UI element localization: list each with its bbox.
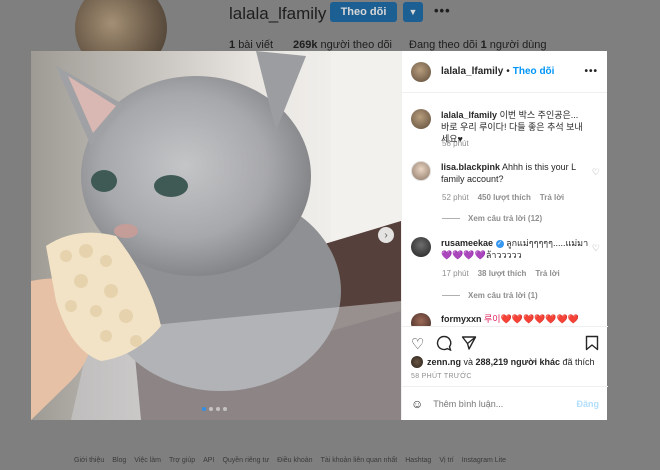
comment-input[interactable] [433,399,554,409]
reply-button[interactable]: Trả lời [535,269,559,278]
footer-link[interactable]: Instagram Lite [462,457,506,464]
next-photo-button[interactable]: › [378,227,394,243]
comment-icon[interactable] [436,335,452,355]
post-actions: ♡ zenn.ng và 288,219 người khác đã thích… [402,326,608,420]
posts-count: 1 bài viết [229,39,274,51]
footer-link[interactable]: Giới thiệu [74,457,104,464]
comment-item: lisa.blackpink Ahhh is this your L famil… [402,161,608,185]
reply-button[interactable]: Trả lời [540,193,564,202]
footer-link[interactable]: Blog [112,457,126,464]
commenter-username[interactable]: lisa.blackpink [441,162,500,172]
caption-time[interactable]: 58 phút [442,139,469,148]
footer-link[interactable]: Quyền riêng tư [222,457,269,464]
carousel-dot [223,407,227,411]
carousel-dot-active [202,407,206,411]
view-replies-button[interactable]: Xem câu trả lời (1) [442,291,538,300]
footer-link[interactable]: Trợ giúp [169,457,195,464]
commenter-avatar[interactable] [411,237,431,257]
post-header: lalala_lfamily • Theo dõi ••• [402,51,607,93]
post-photo[interactable]: › [31,51,401,420]
footer-link[interactable]: Tài khoản liên quan nhất [321,457,398,464]
action-icons: ♡ [411,335,599,355]
commenter-avatar[interactable] [411,313,431,326]
carousel-dot [209,407,213,411]
comment-text: rusameekae ✓ ลูกแม่ๆๆๆๆๆ.....แม่มา💜💜💜💜ล้… [441,238,589,260]
profile-more-icon[interactable]: ••• [434,3,451,18]
save-icon[interactable] [585,335,599,355]
footer-link[interactable]: API [203,457,214,464]
followers-count[interactable]: 269k người theo dõi [293,39,392,51]
comment-like-icon[interactable]: ♡ [592,167,600,178]
footer-link[interactable]: Điều khoản [277,457,312,464]
post-sidebar: lalala_lfamily • Theo dõi ••• lalala_lfa… [401,51,608,420]
caption: lalala_lfamily 이번 박스 주인공은... 바로 우리 루이다! … [402,109,608,145]
footer-link[interactable]: Vị trí [439,457,453,464]
profile-follow-button[interactable]: Theo dõi [330,2,397,22]
comment-text: formyxxn 루이❤️❤️❤️❤️❤️❤️❤️❤️❤️ [441,314,580,324]
caption-avatar[interactable] [411,109,431,129]
footer-link[interactable]: Việc làm [134,457,161,464]
header-follow-button[interactable]: Theo dõi [513,66,555,77]
likes-count[interactable]: 288,219 người khác [476,357,560,367]
liked-by: zenn.ng và 288,219 người khác đã thích [411,356,595,368]
author-avatar[interactable] [411,61,431,82]
commenter-username[interactable]: rusameekae [441,238,493,248]
comment-meta: 52 phút 450 lượt thích Trả lời [442,193,565,202]
post-modal: › lalala_lfamily • Theo dõi ••• lalala_l… [31,51,608,420]
verified-badge-icon: ✓ [495,239,504,248]
cat-photo-illustration [31,51,401,420]
like-icon[interactable]: ♡ [411,335,424,353]
emoji-icon[interactable]: ☺ [411,397,423,411]
share-icon[interactable] [461,335,477,355]
footer-link[interactable]: Hashtag [405,457,431,464]
view-replies-button[interactable]: Xem câu trả lời (12) [442,214,542,223]
comments-list[interactable]: lalala_lfamily 이번 박스 주인공은... 바로 우리 루이다! … [402,94,608,326]
carousel-dot [216,407,220,411]
chevron-down-icon[interactable]: ▼ [403,2,423,22]
carousel-dots [202,407,227,411]
comment-like-icon[interactable]: ♡ [592,243,600,254]
comment-item: rusameekae ✓ ลูกแม่ๆๆๆๆๆ.....แม่มา💜💜💜💜ล้… [402,237,608,261]
comment-meta: 17 phút 38 lượt thích Trả lời [442,269,560,278]
profile-username: lalala_lfamily [229,4,327,23]
footer-links: Giới thiệu Blog Việc làm Trợ giúp API Qu… [74,457,506,464]
liker-avatar[interactable] [411,356,423,368]
post-comment-button[interactable]: Đăng [577,399,600,409]
post-timestamp[interactable]: 58 PHÚT TRƯỚC [411,373,472,380]
caption-username[interactable]: lalala_lfamily [441,110,497,120]
author-username[interactable]: lalala_lfamily [441,66,503,77]
post-options-icon[interactable]: ••• [584,66,598,77]
commenter-username[interactable]: formyxxn [441,314,482,324]
commenter-avatar[interactable] [411,161,431,181]
add-comment-bar: ☺ Đăng [402,386,608,421]
separator-dot: • [506,66,510,77]
following-count[interactable]: Đang theo dõi 1 người dùng [409,39,547,51]
comment-item: formyxxn 루이❤️❤️❤️❤️❤️❤️❤️❤️❤️ [402,313,608,326]
comment-text: lisa.blackpink Ahhh is this your L famil… [441,162,576,184]
liker-username[interactable]: zenn.ng [427,357,461,367]
